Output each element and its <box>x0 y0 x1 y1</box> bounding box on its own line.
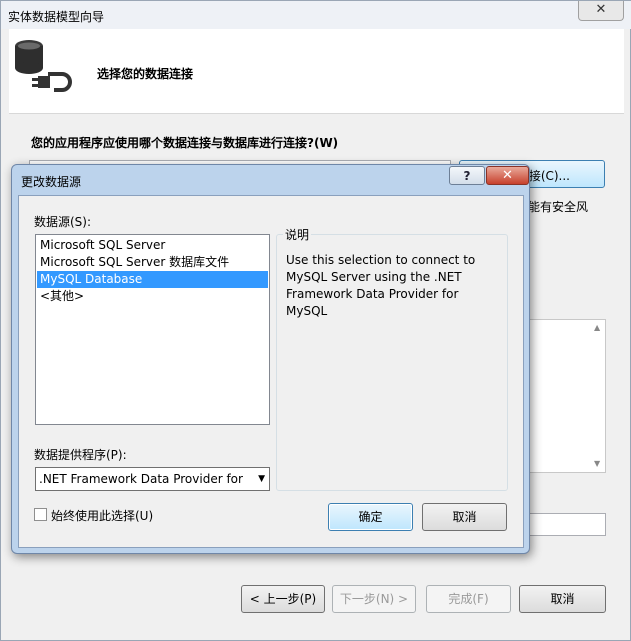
ok-button[interactable]: 确定 <box>328 503 413 531</box>
datasource-label: 数据源(S): <box>34 215 92 229</box>
wizard-page-title: 选择您的数据连接 <box>97 67 194 81</box>
scroll-down-icon[interactable]: ▼ <box>594 459 600 468</box>
database-connection-icon <box>15 40 72 92</box>
always-use-checkbox[interactable] <box>34 508 47 521</box>
always-use-label[interactable]: 始终使用此选择(U) <box>51 507 153 524</box>
help-button[interactable]: ? <box>449 166 485 185</box>
chevron-down-icon: ▼ <box>258 474 265 484</box>
provider-value: .NET Framework Data Provider for MySQL <box>39 472 244 486</box>
prev-button[interactable]: < 上一步(P) <box>241 585 325 613</box>
wizard-cancel-button[interactable]: 取消 <box>519 585 606 613</box>
wizard-title: 实体数据模型向导 <box>8 10 105 24</box>
new-connection-label: 接(C)... <box>528 169 570 183</box>
dialog-client-area: 数据源(S): Microsoft SQL Server Microsoft S… <box>18 195 524 548</box>
connection-question-label: 您的应用程序应使用哪个数据连接与数据库进行连接?(W) <box>31 136 339 150</box>
change-datasource-dialog: 更改数据源 ? ✕ 数据源(S): Microsoft SQL Server M… <box>11 164 530 554</box>
datasource-list[interactable]: Microsoft SQL Server Microsoft SQL Serve… <box>35 234 270 425</box>
wizard-close-button[interactable]: ✕ <box>578 1 624 21</box>
list-item[interactable]: MySQL Database <box>37 271 268 288</box>
dialog-cancel-button[interactable]: 取消 <box>422 503 507 531</box>
list-item[interactable]: Microsoft SQL Server 数据库文件 <box>37 254 268 271</box>
list-item[interactable]: Microsoft SQL Server <box>37 237 268 254</box>
next-button[interactable]: 下一步(N) > <box>332 585 416 613</box>
security-warning-text: 能有安全风 <box>528 200 589 214</box>
dialog-close-button[interactable]: ✕ <box>486 166 529 185</box>
wizard-title-bar: 实体数据模型向导 <box>1 1 631 29</box>
description-legend: 说明 <box>283 226 312 243</box>
provider-label: 数据提供程序(P): <box>34 448 127 462</box>
finish-button[interactable]: 完成(F) <box>426 585 511 613</box>
provider-select[interactable]: .NET Framework Data Provider for MySQL ▼ <box>35 467 270 491</box>
scroll-up-icon[interactable]: ▲ <box>594 323 600 332</box>
dialog-title: 更改数据源 <box>21 175 82 189</box>
description-text: Use this selection to connect to MySQL S… <box>286 253 476 318</box>
list-item[interactable]: <其他> <box>37 288 268 305</box>
